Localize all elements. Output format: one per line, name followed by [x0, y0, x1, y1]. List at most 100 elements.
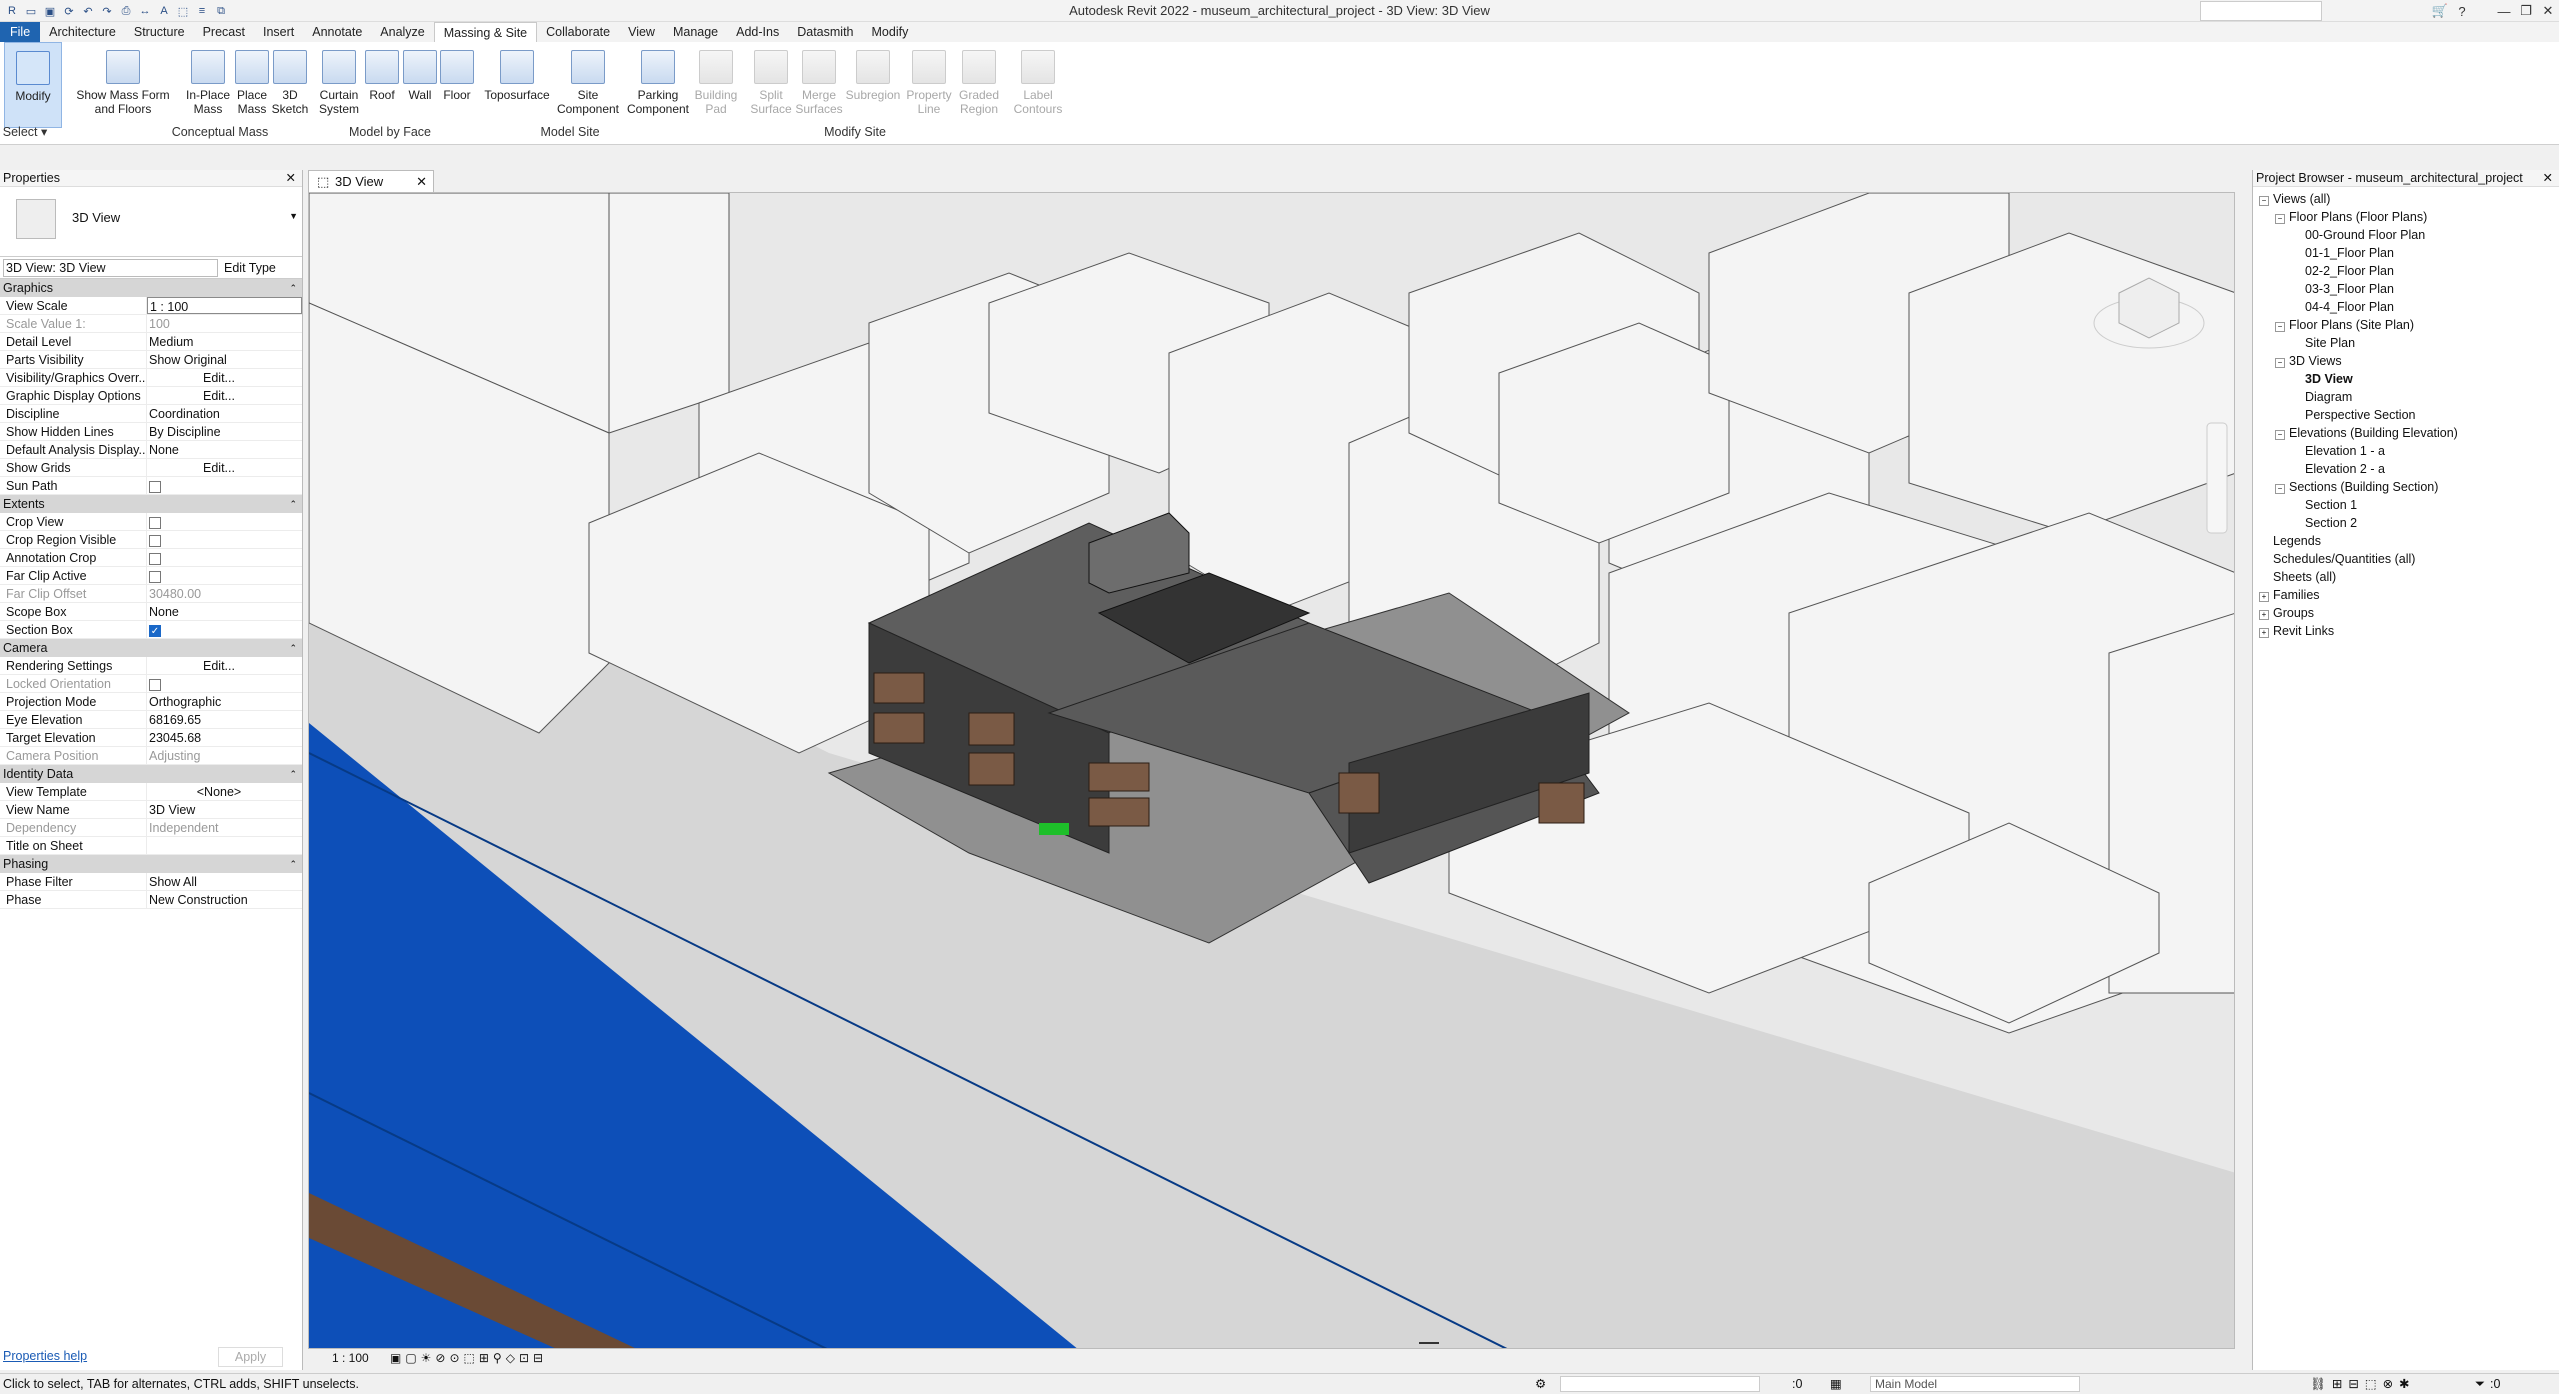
property-value[interactable]: Medium: [147, 333, 302, 350]
show-mass-form-and-floors-button[interactable]: Show Mass Form and Floors: [70, 42, 176, 128]
tab-datasmith[interactable]: Datasmith: [788, 22, 862, 42]
building-pad-button[interactable]: Building Pad: [690, 42, 742, 128]
property-value[interactable]: 3D View: [147, 801, 302, 818]
worksets-icon[interactable]: ⚙: [1535, 1374, 1546, 1394]
section-identity-data[interactable]: Identity Data ⌃: [0, 765, 302, 783]
properties-help-link[interactable]: Properties help: [3, 1349, 87, 1363]
collapse-icon[interactable]: −: [2275, 214, 2285, 224]
section-extents[interactable]: Extents ⌃: [0, 495, 302, 513]
browser-item[interactable]: −3D Views: [2275, 352, 2342, 370]
property-value[interactable]: [147, 513, 302, 530]
minimize-button[interactable]: —: [2493, 0, 2515, 22]
collapse-icon[interactable]: −: [2275, 484, 2285, 494]
section-graphics[interactable]: Graphics ⌃: [0, 279, 302, 297]
checkbox[interactable]: [149, 534, 161, 547]
cart-icon[interactable]: 🛒: [2429, 0, 2451, 22]
checkbox[interactable]: [149, 480, 161, 493]
browser-item[interactable]: Section 1: [2291, 496, 2357, 514]
collapse-icon[interactable]: ⌃: [289, 639, 297, 657]
apply-button[interactable]: Apply: [218, 1347, 283, 1367]
3d-view-icon[interactable]: ⬚: [175, 3, 191, 19]
expand-icon[interactable]: +: [2259, 610, 2269, 620]
edit-button[interactable]: Edit...: [149, 657, 289, 674]
tab-annotate[interactable]: Annotate: [303, 22, 371, 42]
tab-massing-site[interactable]: Massing & Site: [433, 22, 538, 42]
workset-selector[interactable]: [1560, 1376, 1760, 1392]
view-scale[interactable]: 1 : 100: [332, 1349, 369, 1367]
browser-item[interactable]: Schedules/Quantities (all): [2259, 550, 2415, 568]
edit-type-button[interactable]: Edit Type: [224, 261, 276, 275]
print-icon[interactable]: ⎙: [118, 3, 134, 19]
switch-windows-icon[interactable]: ⧉: [213, 3, 229, 19]
property-value[interactable]: None: [147, 603, 302, 620]
parking-component-button[interactable]: Parking Component: [616, 42, 700, 128]
revit-logo-icon[interactable]: R: [4, 3, 20, 19]
filter-icon[interactable]: ⏷: [2475, 1374, 2485, 1394]
text-icon[interactable]: A: [156, 3, 172, 19]
floor-button[interactable]: Floor: [432, 42, 482, 128]
browser-item[interactable]: + Groups: [2259, 604, 2314, 622]
property-value[interactable]: Edit...: [147, 657, 302, 674]
tab-manage[interactable]: Manage: [664, 22, 727, 42]
browser-item[interactable]: Elevation 2 - a: [2291, 460, 2385, 478]
browser-item[interactable]: + Families: [2259, 586, 2320, 604]
tab-collaborate[interactable]: Collaborate: [537, 22, 619, 42]
property-value[interactable]: Edit...: [147, 459, 302, 476]
property-value[interactable]: None: [147, 441, 302, 458]
close-button[interactable]: ✕: [2537, 0, 2559, 22]
property-value[interactable]: 1 : 100: [147, 297, 302, 314]
view-control-icons[interactable]: ▣▢☀⊘⊙⬚⊞⚲◇⊡⊟: [390, 1349, 547, 1367]
property-value[interactable]: [147, 477, 302, 494]
collapse-icon[interactable]: −: [2275, 322, 2285, 332]
collapse-icon[interactable]: ⌃: [289, 279, 297, 297]
browser-item[interactable]: 02-2_Floor Plan: [2291, 262, 2394, 280]
collapse-icon[interactable]: −: [2259, 196, 2269, 206]
label-contours-button[interactable]: Label Contours: [1006, 42, 1070, 128]
undo-icon[interactable]: ↶: [80, 3, 96, 19]
browser-item[interactable]: Sheets (all): [2259, 568, 2336, 586]
browser-item[interactable]: − Views (all): [2259, 190, 2330, 208]
search-input[interactable]: [2200, 1, 2322, 21]
browser-item[interactable]: Perspective Section: [2291, 406, 2415, 424]
browser-item[interactable]: 01-1_Floor Plan: [2291, 244, 2394, 262]
panel-select-[interactable]: Select ▾: [0, 124, 50, 141]
browser-item[interactable]: Diagram: [2291, 388, 2352, 406]
close-icon[interactable]: ✕: [286, 170, 296, 187]
browser-item[interactable]: − Sections (Building Section): [2275, 478, 2438, 496]
property-value[interactable]: Coordination: [147, 405, 302, 422]
browser-item[interactable]: 3D View: [2291, 370, 2353, 388]
tab-analyze[interactable]: Analyze: [371, 22, 433, 42]
sync-icon[interactable]: ⟳: [61, 3, 77, 19]
type-selector[interactable]: 3D View ▼: [0, 187, 302, 257]
measure-icon[interactable]: ↔: [137, 3, 153, 19]
property-value[interactable]: <None>: [147, 783, 302, 800]
instance-filter-select[interactable]: 3D View: 3D View: [3, 258, 218, 277]
panel-modify-site[interactable]: Modify Site: [690, 124, 1020, 141]
browser-item[interactable]: − Floor Plans (Site Plan): [2275, 316, 2414, 334]
property-value[interactable]: New Construction: [147, 891, 302, 908]
browser-item[interactable]: 04-4_Floor Plan: [2291, 298, 2394, 316]
collapse-icon[interactable]: −: [2275, 430, 2285, 440]
close-icon[interactable]: ✕: [416, 171, 427, 193]
property-value[interactable]: Edit...: [147, 369, 302, 386]
browser-item[interactable]: Section 2: [2291, 514, 2357, 532]
panel-model-by-face[interactable]: Model by Face: [300, 124, 480, 141]
browser-item[interactable]: 03-3_Floor Plan: [2291, 280, 2394, 298]
edit-button[interactable]: <None>: [149, 783, 289, 800]
browser-item[interactable]: Elevation 1 - a: [2291, 442, 2385, 460]
navigation-bar[interactable]: [2206, 422, 2228, 534]
property-value[interactable]: [147, 567, 302, 584]
edit-button[interactable]: Edit...: [149, 387, 289, 404]
property-value[interactable]: [147, 549, 302, 566]
tab-structure[interactable]: Structure: [125, 22, 194, 42]
property-value[interactable]: 23045.68: [147, 729, 302, 746]
property-value[interactable]: By Discipline: [147, 423, 302, 440]
tab-view[interactable]: View: [619, 22, 664, 42]
browser-item[interactable]: − Elevations (Building Elevation): [2275, 424, 2458, 442]
expand-icon[interactable]: +: [2259, 592, 2269, 602]
view-tab[interactable]: ⬚ 3D View ✕: [308, 170, 434, 192]
section-camera[interactable]: Camera ⌃: [0, 639, 302, 657]
panel-model-site[interactable]: Model Site: [490, 124, 650, 141]
selection-filter-icons[interactable]: ⛓⊞⊟⬚⊗✱: [2310, 1374, 2416, 1394]
property-value[interactable]: Show All: [147, 873, 302, 890]
